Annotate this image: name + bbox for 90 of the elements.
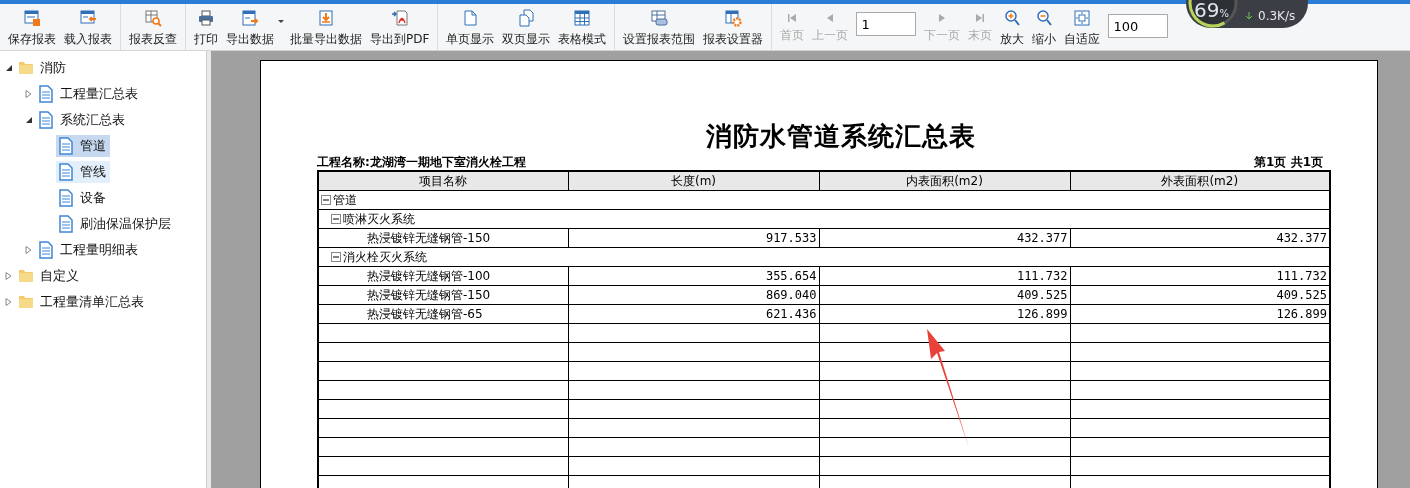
table-cell: 热浸镀锌无缝钢管-100 [318, 266, 568, 286]
folder-icon [18, 267, 34, 285]
tree-item[interactable]: 刷油保温保护层 [56, 213, 175, 235]
table-save-icon [23, 9, 41, 27]
tree-item[interactable]: 系统汇总表 [36, 109, 129, 131]
printer-button[interactable]: 打印 [190, 4, 222, 50]
table-save-button[interactable]: 保存报表 [4, 4, 60, 50]
document-icon [58, 163, 74, 181]
first-page-icon [788, 14, 797, 22]
last-page-icon [976, 14, 985, 22]
grid-button[interactable]: 表格模式 [554, 4, 611, 50]
grid-icon [573, 9, 592, 27]
collapsed-arrow-icon[interactable] [5, 298, 13, 306]
page-icon [461, 9, 480, 27]
two-pages-icon [517, 9, 536, 27]
batch-export-icon [317, 9, 335, 27]
tree-item[interactable]: 工程量明细表 [36, 239, 142, 261]
collapsed-arrow-icon[interactable] [25, 246, 33, 254]
collapse-box-icon[interactable] [331, 214, 341, 224]
project-name: 工程名称:龙湖湾一期地下室消火栓工程 [317, 154, 526, 170]
group-name: 消火栓灭火系统 [343, 248, 427, 266]
page-info: 第1页 共1页 [1254, 154, 1323, 170]
usage-percent: 69% [1194, 0, 1229, 22]
collapsed-arrow-icon[interactable] [25, 90, 33, 98]
folder-icon [18, 59, 34, 77]
table-cell: 432.377 [819, 228, 1070, 248]
table-load-button[interactable]: 载入报表 [60, 4, 116, 50]
table-search-icon [144, 9, 162, 27]
next-page-icon [939, 14, 946, 22]
zoom-in-icon [1003, 9, 1022, 27]
tree-item[interactable]: 自定义 [16, 265, 83, 287]
table-cell: 126.899 [819, 304, 1070, 324]
table-cell: 869.040 [568, 285, 819, 305]
previous-page-icon [827, 14, 834, 22]
printer-icon [197, 9, 215, 27]
table-gear-button[interactable]: 报表设置器 [699, 4, 768, 50]
group-name: 喷淋灭火系统 [343, 210, 415, 228]
table-cell: 热浸镀锌无缝钢管-65 [318, 304, 568, 324]
page-number-field[interactable]: 1 [856, 12, 917, 36]
table-gear-icon [724, 9, 743, 27]
table-cell: 111.732 [819, 266, 1070, 286]
network-speed: 0.3K/s [1258, 9, 1296, 23]
table-cell: 热浸镀锌无缝钢管-150 [318, 228, 568, 248]
table-cell: 355.654 [568, 266, 819, 286]
document-icon [58, 189, 74, 207]
tree-item[interactable]: 设备 [56, 187, 110, 209]
zoom-out-button[interactable]: 缩小 [1028, 4, 1061, 50]
expanded-arrow-icon[interactable] [25, 116, 33, 124]
table-range-button[interactable]: 设置报表范围 [619, 4, 700, 50]
table-load-icon [79, 9, 97, 27]
pdf-export-button[interactable]: 导出到PDF [366, 4, 434, 50]
column-header: 外表面积(m2) [1070, 171, 1330, 191]
table-cell: 621.436 [568, 304, 819, 324]
document-icon [38, 241, 54, 259]
tree-item[interactable]: 管线 [56, 161, 110, 183]
zoom-out-icon [1035, 9, 1054, 27]
table-cell: 409.525 [819, 285, 1070, 305]
pdf-export-icon [390, 9, 409, 27]
document-icon [58, 215, 74, 233]
table-cell: 917.533 [568, 228, 819, 248]
export-icon [241, 9, 259, 27]
zoom-in-button[interactable]: 放大 [996, 4, 1029, 50]
table-search-button[interactable]: 报表反查 [125, 4, 181, 50]
expanded-arrow-icon[interactable] [5, 64, 13, 72]
two-pages-button[interactable]: 双页显示 [498, 4, 555, 50]
tree-item[interactable]: 管道 [56, 135, 110, 157]
column-header: 长度(m) [568, 171, 819, 191]
document-icon [58, 137, 74, 155]
column-header: 项目名称 [318, 171, 568, 191]
fit-to-window-icon [1073, 9, 1092, 27]
batch-export-button[interactable]: 批量导出数据 [286, 4, 366, 50]
collapsed-arrow-icon[interactable] [5, 272, 13, 280]
tree-item[interactable]: 消防 [16, 57, 70, 79]
document-icon [38, 111, 54, 129]
report-title: 消防水管道系统汇总表 [705, 120, 977, 153]
down-arrow-icon [1246, 12, 1252, 20]
tree-item[interactable]: 工程量汇总表 [36, 83, 142, 105]
table-range-icon [650, 9, 669, 27]
table-cell: 热浸镀锌无缝钢管-150 [318, 285, 568, 305]
folder-icon [18, 293, 34, 311]
fit-to-window-button[interactable]: 自适应 [1060, 4, 1105, 50]
export-button[interactable]: 导出数据 [222, 4, 286, 50]
tree-item[interactable]: 工程量清单汇总表 [16, 291, 148, 313]
document-icon [38, 85, 54, 103]
collapse-box-icon[interactable] [321, 195, 331, 205]
column-header: 内表面积(m2) [819, 171, 1070, 191]
group-name: 管道 [333, 191, 357, 209]
zoom-field[interactable]: 100 [1108, 14, 1169, 38]
collapse-box-icon[interactable] [331, 252, 341, 262]
page-button[interactable]: 单页显示 [442, 4, 499, 50]
